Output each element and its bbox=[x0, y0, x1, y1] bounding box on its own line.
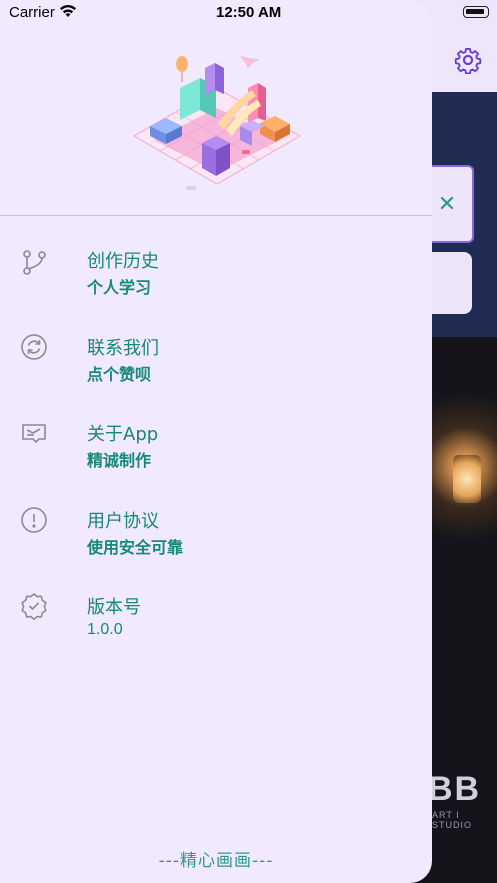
menu-item-title: 用户协议 bbox=[87, 511, 159, 532]
background-logo-subtitle: ART I STUDIO bbox=[432, 810, 473, 830]
message-box-icon bbox=[19, 418, 49, 448]
menu-item-contact[interactable]: 联系我们 点个赞呗 bbox=[0, 332, 432, 402]
sync-circle-icon bbox=[19, 332, 49, 362]
battery-icon bbox=[463, 6, 489, 18]
footer-text: ---精心画画--- bbox=[158, 851, 274, 871]
header-divider bbox=[0, 215, 432, 216]
menu-item-history[interactable]: 创作历史 个人学习 bbox=[0, 245, 432, 315]
menu-item-agreement[interactable]: 用户协议 使用安全可靠 bbox=[0, 505, 432, 575]
menu-item-subtitle: 精诚制作 bbox=[87, 451, 152, 470]
alert-circle-icon bbox=[19, 505, 49, 535]
menu-item-about[interactable]: 关于App 精诚制作 bbox=[0, 418, 432, 488]
menu-item-subtitle: 点个赞呗 bbox=[87, 365, 152, 384]
gear-icon bbox=[454, 47, 482, 74]
menu-item-title: 创作历史 bbox=[87, 251, 159, 272]
wifi-icon bbox=[59, 4, 77, 22]
carrier-label: Carrier bbox=[9, 4, 55, 21]
background-logo: BB bbox=[428, 770, 482, 808]
badge-check-icon bbox=[19, 591, 49, 621]
menu-item-title: 联系我们 bbox=[87, 338, 159, 359]
city-illustration bbox=[133, 56, 301, 190]
side-drawer: 创作历史 个人学习 联系我们 点个赞呗 关于App 精诚制作 用户协议 使用安全… bbox=[0, 0, 432, 883]
menu-item-subtitle: 使用安全可靠 bbox=[87, 538, 184, 557]
settings-button[interactable] bbox=[450, 42, 486, 78]
version-value: 1.0.0 bbox=[87, 621, 123, 638]
status-bar: Carrier 12:50 AM bbox=[0, 0, 497, 28]
menu-item-title: 版本号 bbox=[87, 597, 141, 618]
status-time: 12:50 AM bbox=[216, 4, 282, 21]
menu-item-title: 关于App bbox=[87, 424, 159, 445]
menu-item-subtitle: 个人学习 bbox=[87, 278, 152, 297]
close-icon: ✕ bbox=[437, 191, 457, 217]
branch-icon bbox=[19, 247, 49, 277]
menu-item-version[interactable]: 版本号 1.0.0 bbox=[0, 591, 432, 661]
lamp-image bbox=[453, 455, 481, 503]
